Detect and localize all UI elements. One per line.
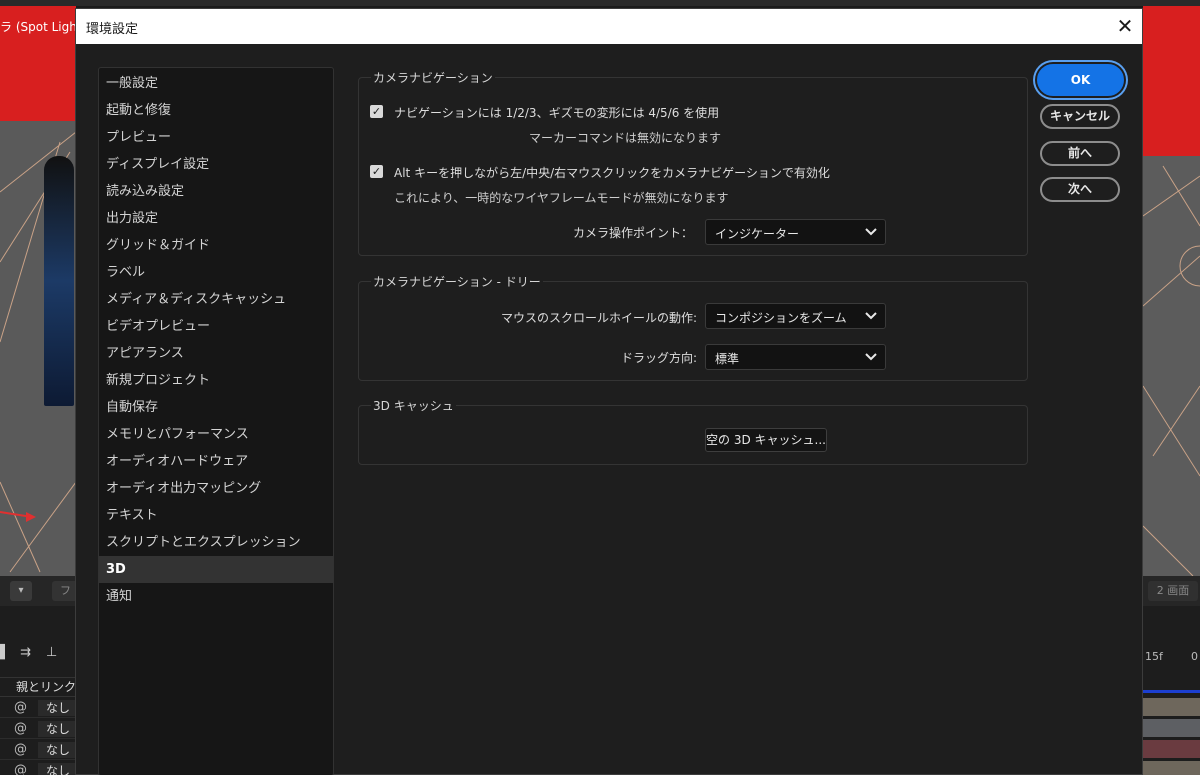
layer-track[interactable] (1143, 740, 1200, 758)
app-top-strip (0, 0, 1200, 6)
sidebar-item-audio-hardware[interactable]: オーディオハードウェア (99, 448, 333, 475)
preferences-dialog: 環境設定 ✕ 一般設定 起動と修復 プレビュー ディスプレイ設定 読み込み設定 … (75, 8, 1143, 775)
sidebar-item-display[interactable]: ディスプレイ設定 (99, 151, 333, 178)
empty-3d-cache-button[interactable]: 空の 3D キャッシュ... (705, 428, 827, 452)
group-title: カメラナビゲーション - ドリー (371, 273, 543, 290)
select-value: コンポジションをズーム (715, 311, 847, 325)
timeline-icon-bar: ▌ ⇉ ⊥ (0, 645, 76, 665)
alt-mouse-nav-label: Alt キーを押しながら左/中央/右マウスクリックをカメラナビゲーションで有効化 (394, 166, 830, 180)
pickwhip-icon[interactable]: @ (14, 742, 27, 757)
camera-operation-point-label: カメラ操作ポイント： (572, 226, 693, 240)
use-123-456-label: ナビゲーションには 1/2/3、ギズモの変形には 4/5/6 を使用 (394, 106, 720, 120)
sidebar-item-notifications[interactable]: 通知 (99, 583, 333, 610)
chevron-down-icon (865, 312, 877, 320)
sidebar-item-media-disk-cache[interactable]: メディア＆ディスクキャッシュ (99, 286, 333, 313)
sidebar-item-output[interactable]: 出力設定 (99, 205, 333, 232)
pickwhip-icon[interactable]: @ (14, 763, 27, 775)
parent-link-column-header: 親とリンク (0, 677, 76, 697)
ruler-label: 0 (1191, 650, 1198, 663)
previous-button[interactable]: 前へ (1040, 141, 1120, 166)
sidebar-item-import[interactable]: 読み込み設定 (99, 178, 333, 205)
sidebar-item-memory-performance[interactable]: メモリとパフォーマンス (99, 421, 333, 448)
use-123-456-note: マーカーコマンドは無効になります (529, 131, 722, 145)
sidebar-item-scripting[interactable]: スクリプトとエクスプレッション (99, 529, 333, 556)
3d-cache-group: 3D キャッシュ 空の 3D キャッシュ... (358, 397, 1028, 465)
sidebar-item-general[interactable]: 一般設定 (99, 70, 333, 97)
drag-direction-select[interactable]: 標準 (705, 344, 886, 370)
composition-viewer-right (1143, 6, 1200, 576)
preferences-category-list: 一般設定 起動と修復 プレビュー ディスプレイ設定 読み込み設定 出力設定 グリ… (98, 67, 334, 775)
parent-select[interactable]: なし (38, 721, 76, 737)
chevron-down-icon (865, 228, 877, 236)
select-value: 標準 (715, 352, 740, 366)
timeline-row: @ なし (0, 761, 76, 775)
graph-editor-icon[interactable]: ⊥ (46, 645, 57, 660)
ok-button[interactable]: OK (1037, 64, 1124, 96)
sidebar-item-labels[interactable]: ラベル (99, 259, 333, 286)
pickwhip-icon[interactable]: @ (14, 700, 27, 715)
sidebar-item-auto-save[interactable]: 自動保存 (99, 394, 333, 421)
camera-navigation-group: カメラナビゲーション ✓ ナビゲーションには 1/2/3、ギズモの変形には 4/… (358, 69, 1028, 256)
layer-track[interactable] (1143, 719, 1200, 737)
layer-track[interactable] (1143, 761, 1200, 775)
composition-viewer-left (0, 6, 76, 576)
sidebar-item-video-preview[interactable]: ビデオプレビュー (99, 313, 333, 340)
sidebar-item-previews[interactable]: プレビュー (99, 124, 333, 151)
group-title: 3D キャッシュ (371, 397, 456, 414)
scroll-wheel-label: マウスのスクロールホイールの動作: (500, 311, 697, 325)
layer-track[interactable] (1143, 698, 1200, 716)
parent-select[interactable]: なし (38, 700, 76, 716)
scroll-wheel-select[interactable]: コンポジションをズーム (705, 303, 886, 329)
viewer-dropdown[interactable]: フ (52, 581, 76, 601)
drag-direction-label: ドラッグ方向: (620, 351, 697, 365)
parent-link-icon[interactable]: ⇉ (20, 645, 31, 660)
pickwhip-icon[interactable]: @ (14, 721, 27, 736)
view-layout-dropdown[interactable]: 2 画面 (1148, 581, 1198, 601)
chevron-down-icon[interactable]: ▾ (10, 581, 32, 601)
alt-mouse-nav-checkbox[interactable]: ✓ (370, 165, 383, 178)
parent-select[interactable]: なし (38, 742, 76, 758)
camera-dolly-group: カメラナビゲーション - ドリー マウスのスクロールホイールの動作: コンポジシ… (358, 273, 1028, 381)
chevron-down-icon (865, 353, 877, 361)
ruler-label: 15f (1145, 650, 1163, 663)
sidebar-item-appearance[interactable]: アピアランス (99, 340, 333, 367)
timeline-toggle-icon[interactable]: ▌ (0, 645, 10, 660)
sidebar-item-grids-guides[interactable]: グリッド＆ガイド (99, 232, 333, 259)
group-title: カメラナビゲーション (371, 69, 495, 86)
close-icon[interactable]: ✕ (1112, 13, 1138, 39)
character-figure (44, 156, 74, 406)
dialog-title: 環境設定 (86, 22, 139, 37)
work-area-bar[interactable] (1143, 690, 1200, 693)
next-button[interactable]: 次へ (1040, 177, 1120, 202)
use-123-456-checkbox[interactable]: ✓ (370, 105, 383, 118)
camera-operation-point-select[interactable]: インジケーター (705, 219, 886, 245)
sidebar-item-startup-repair[interactable]: 起動と修復 (99, 97, 333, 124)
timeline-row: @ なし (0, 740, 76, 760)
camera-wireframe-lines-right (1143, 165, 1200, 576)
timeline-row: @ なし (0, 698, 76, 718)
parent-select[interactable]: なし (38, 763, 76, 775)
sidebar-item-type[interactable]: テキスト (99, 502, 333, 529)
timeline-row: @ なし (0, 719, 76, 739)
sidebar-item-new-project[interactable]: 新規プロジェクト (99, 367, 333, 394)
cancel-button[interactable]: キャンセル (1040, 104, 1120, 129)
select-value: インジケーター (715, 227, 800, 241)
alt-mouse-nav-note: これにより、一時的なワイヤフレームモードが無効になります (394, 191, 729, 205)
sidebar-item-3d[interactable]: 3D (99, 556, 333, 583)
sidebar-item-audio-output[interactable]: オーディオ出力マッピング (99, 475, 333, 502)
dialog-titlebar[interactable]: 環境設定 ✕ (76, 9, 1142, 44)
